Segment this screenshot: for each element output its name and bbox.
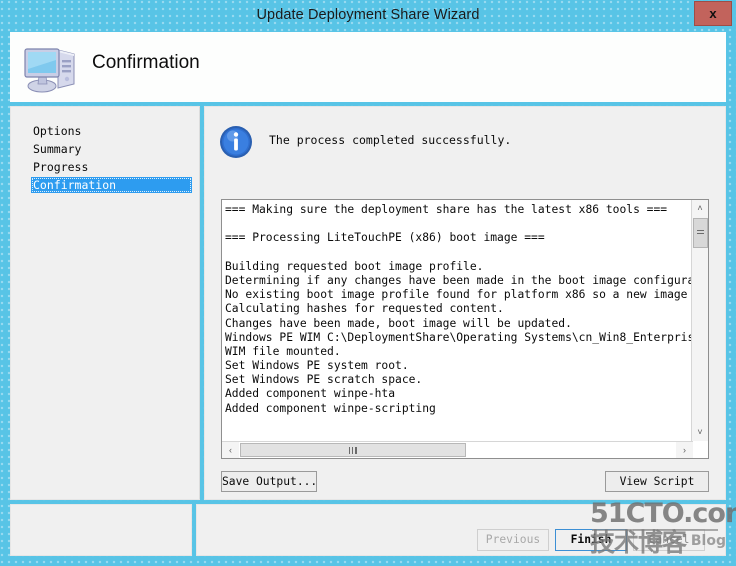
horizontal-scroll-thumb[interactable] (240, 443, 466, 457)
log-line: Changes have been made, boot image will … (225, 316, 572, 330)
log-line: No existing boot image profile found for… (225, 288, 688, 302)
finish-button[interactable]: Finish (555, 529, 627, 551)
previous-button[interactable]: Previous (477, 529, 549, 551)
computer-icon (22, 40, 84, 96)
log-line: === Processing LiteTouchPE (x86) boot im… (225, 231, 545, 245)
scroll-right-icon[interactable]: › (676, 442, 693, 458)
log-line: Calculating hashes for requested content… (225, 302, 504, 316)
output-log-box[interactable]: === Making sure the deployment share has… (221, 199, 709, 459)
wizard-footer: Previous Finish Cancel (196, 504, 726, 556)
vertical-scroll-thumb[interactable] (693, 218, 708, 248)
log-line: Set Windows PE scratch space. (225, 373, 423, 387)
sidebar-item-summary[interactable]: Summary (31, 141, 191, 157)
page-title: Confirmation (92, 52, 200, 73)
log-horizontal-scrollbar[interactable]: ‹ › (222, 441, 693, 458)
wizard-header: Confirmation (10, 32, 726, 102)
footer-left-panel (10, 504, 192, 556)
scroll-down-icon[interactable]: ˅ (692, 424, 708, 441)
scroll-thumb-grip (697, 230, 704, 236)
sidebar-item-options[interactable]: Options (31, 123, 191, 139)
title-bar: Update Deployment Share Wizard x (0, 0, 736, 30)
log-line: Determining if any changes have been mad… (225, 273, 693, 287)
status-row: The process completed successfully. (219, 121, 709, 167)
wizard-body: Options Summary Progress Confirmation Th… (10, 106, 726, 500)
sidebar-item-confirmation[interactable]: Confirmation (31, 177, 192, 193)
output-log-text: === Making sure the deployment share has… (225, 203, 693, 435)
status-message: The process completed successfully. (269, 133, 512, 147)
log-line: Set Windows PE system root. (225, 359, 409, 373)
log-line: Added component winpe-hta (225, 387, 396, 401)
log-line: Building requested boot image profile. (225, 259, 484, 273)
wizard-step-list: Options Summary Progress Confirmation (10, 106, 200, 500)
info-icon (219, 125, 253, 159)
save-output-button[interactable]: Save Output... (221, 471, 317, 492)
sidebar-item-progress[interactable]: Progress (31, 159, 191, 175)
window-title: Update Deployment Share Wizard (256, 7, 480, 23)
view-script-button[interactable]: View Script (605, 471, 709, 492)
close-icon: x (709, 6, 717, 21)
log-line: Added component winpe-scripting (225, 401, 436, 415)
log-vertical-scrollbar[interactable]: ˄ ˅ (691, 200, 708, 441)
scroll-left-icon[interactable]: ‹ (222, 442, 239, 458)
close-button[interactable]: x (694, 1, 732, 26)
cancel-button[interactable]: Cancel (633, 529, 705, 551)
scroll-thumb-grip (349, 447, 357, 454)
log-line: Windows PE WIM C:\DeploymentShare\Operat… (225, 330, 693, 344)
wizard-window: Update Deployment Share Wizard x Confirm… (0, 0, 736, 566)
log-line: WIM file mounted. (225, 344, 341, 358)
scroll-up-icon[interactable]: ˄ (692, 200, 708, 217)
wizard-content-panel: The process completed successfully. === … (204, 106, 726, 500)
log-line: === Making sure the deployment share has… (225, 203, 668, 216)
